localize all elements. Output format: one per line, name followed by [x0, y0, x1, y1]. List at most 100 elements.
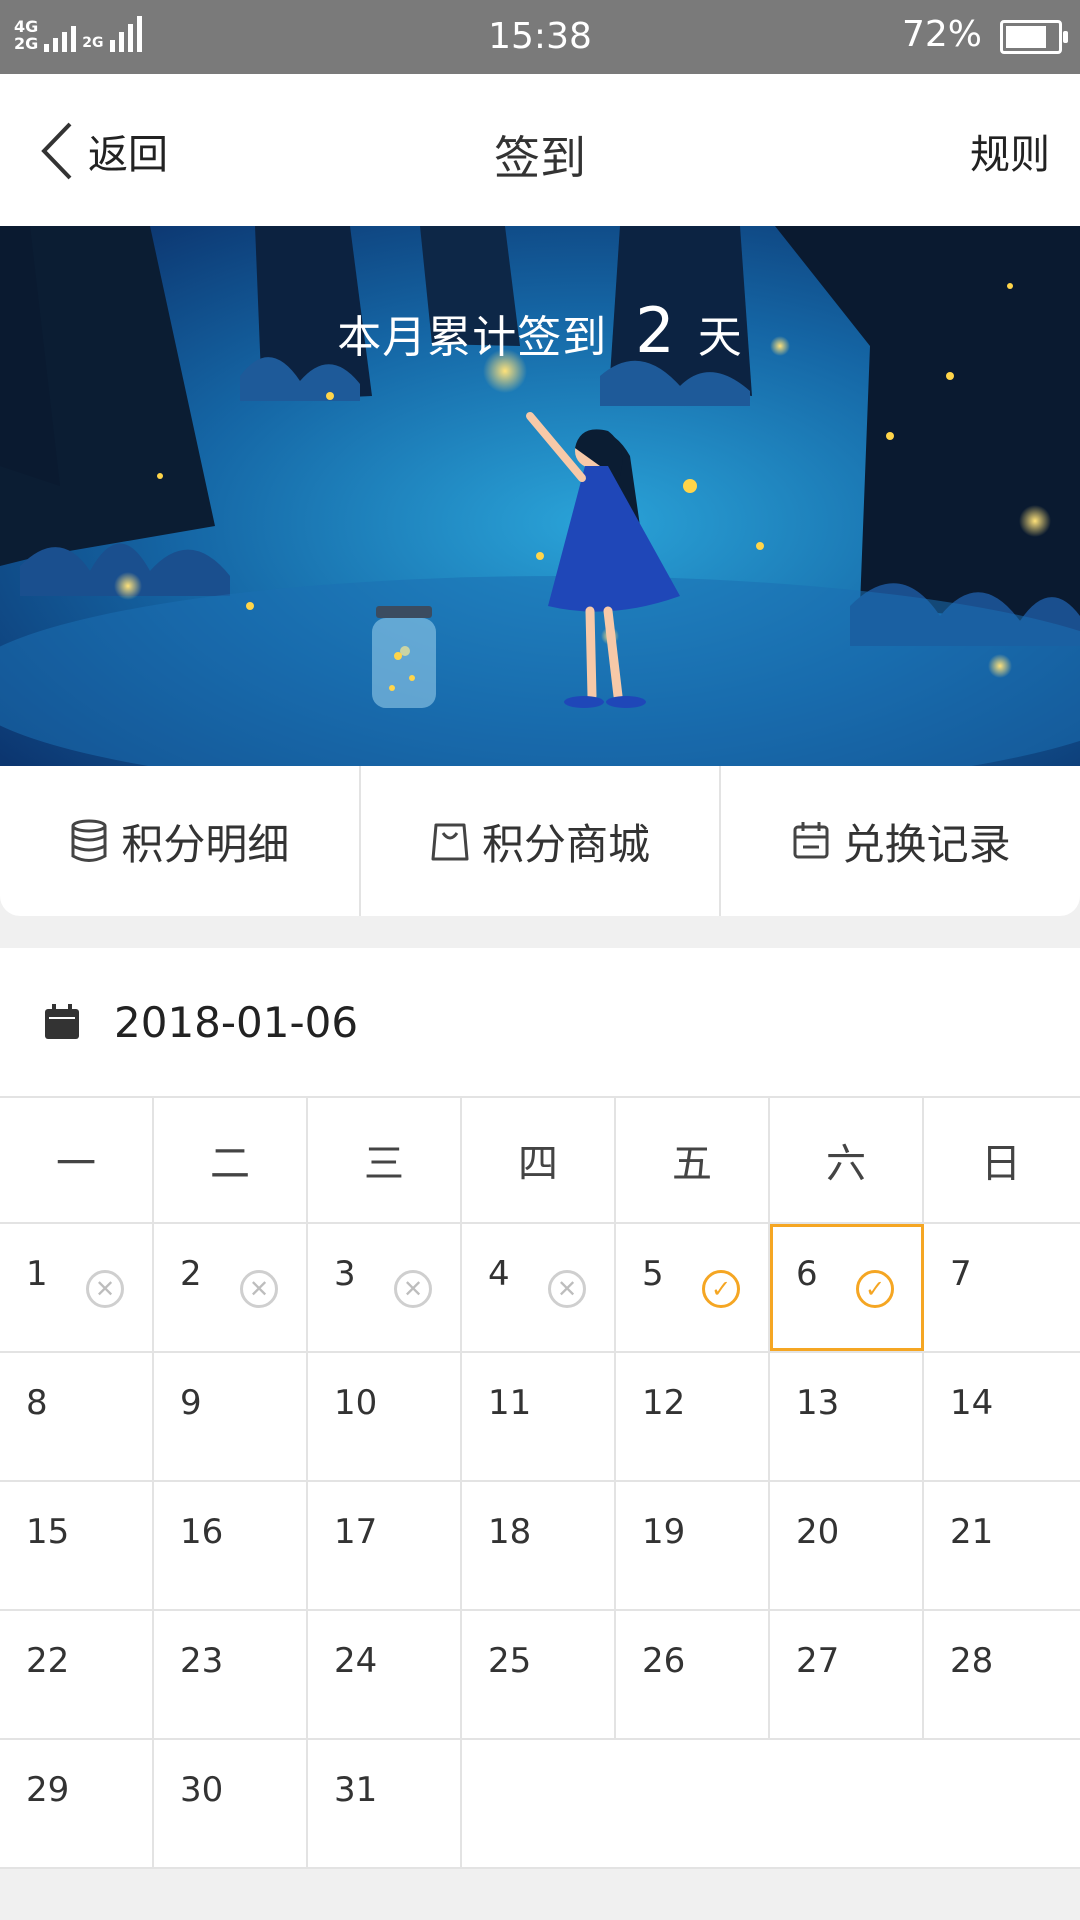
calendar-day[interactable]: 24	[308, 1611, 462, 1738]
calendar-day[interactable]: 15	[0, 1482, 154, 1609]
calendar-day[interactable]: 5 ✓	[616, 1224, 770, 1351]
calendar-empty-cell	[616, 1740, 770, 1867]
checkin-count: 2	[635, 294, 676, 367]
calendar-day[interactable]: 1 ✕	[0, 1224, 154, 1351]
calendar-week-row: 1 ✕ 2 ✕ 3 ✕ 4 ✕ 5 ✓ 6 ✓ 7	[0, 1224, 1080, 1353]
calendar-day[interactable]: 4 ✕	[462, 1224, 616, 1351]
rules-button[interactable]: 规则	[970, 122, 1050, 180]
calendar-day[interactable]: 31	[308, 1740, 462, 1867]
day-number: 2	[180, 1254, 202, 1294]
weekday-thu: 四	[462, 1098, 616, 1222]
calendar-empty-cell	[770, 1740, 924, 1867]
day-number: 30	[180, 1770, 224, 1810]
calendar-empty-cell	[924, 1740, 1078, 1867]
day-number: 13	[796, 1383, 840, 1423]
points-detail-button[interactable]: 积分明细	[0, 766, 359, 916]
day-number: 22	[26, 1641, 70, 1681]
calendar-day-today[interactable]: 6 ✓	[770, 1224, 924, 1351]
calendar-week-row: 29 30 31	[0, 1740, 1080, 1869]
missed-x-icon: ✕	[86, 1270, 124, 1308]
current-date: 2018-01-06	[114, 998, 359, 1047]
weekday-tue: 二	[154, 1098, 308, 1222]
calendar-week-row: 22 23 24 25 26 27 28	[0, 1611, 1080, 1740]
status-bar: 4G 2G 2G 15:38 72%	[0, 0, 1080, 74]
calendar-day[interactable]: 8	[0, 1353, 154, 1480]
calendar-day[interactable]: 10	[308, 1353, 462, 1480]
exchange-records-button[interactable]: 兑换记录	[719, 766, 1080, 916]
day-number: 4	[488, 1254, 510, 1294]
calendar-icon	[45, 1004, 79, 1039]
day-number: 20	[796, 1512, 840, 1552]
calendar-day[interactable]: 25	[462, 1611, 616, 1738]
points-mall-label: 积分商城	[482, 819, 651, 869]
day-number: 7	[950, 1254, 972, 1294]
calendar-day[interactable]: 26	[616, 1611, 770, 1738]
calendar-day[interactable]: 22	[0, 1611, 154, 1738]
calendar-day[interactable]: 21	[924, 1482, 1078, 1609]
day-number: 23	[180, 1641, 224, 1681]
day-number: 12	[642, 1383, 686, 1423]
calendar-day[interactable]: 2 ✕	[154, 1224, 308, 1351]
day-number: 15	[26, 1512, 70, 1552]
day-number: 3	[334, 1254, 356, 1294]
calendar-week-row: 8 9 10 11 12 13 14	[0, 1353, 1080, 1482]
battery-percent: 72%	[901, 14, 982, 55]
missed-x-icon: ✕	[548, 1270, 586, 1308]
calendar-day[interactable]: 29	[0, 1740, 154, 1867]
calendar-day[interactable]: 14	[924, 1353, 1078, 1480]
day-number: 24	[334, 1641, 378, 1681]
day-number: 6	[796, 1254, 818, 1294]
exchange-records-label: 兑换记录	[842, 819, 1011, 869]
shopping-bag-icon	[431, 823, 469, 861]
battery-icon	[1000, 20, 1068, 54]
calendar-week-row: 15 16 17 18 19 20 21	[0, 1482, 1080, 1611]
calendar-day[interactable]: 28	[924, 1611, 1078, 1738]
day-number: 11	[488, 1383, 532, 1423]
calendar-day[interactable]: 27	[770, 1611, 924, 1738]
day-number: 1	[26, 1254, 48, 1294]
calendar-day[interactable]: 7	[924, 1224, 1078, 1351]
checked-icon: ✓	[702, 1270, 740, 1308]
day-number: 27	[796, 1641, 840, 1681]
points-detail-label: 积分明细	[121, 819, 290, 869]
day-number: 25	[488, 1641, 532, 1681]
calendar-day[interactable]: 3 ✕	[308, 1224, 462, 1351]
points-actions: 积分明细 积分商城 兑换记录	[0, 766, 1080, 916]
day-number: 18	[488, 1512, 532, 1552]
checkin-calendar: 一 二 三 四 五 六 日 1 ✕ 2 ✕ 3 ✕ 4 ✕ 5 ✓ 6 ✓ 7 8 9 10 11 12 13 14 1…	[0, 1098, 1080, 1869]
day-number: 19	[642, 1512, 686, 1552]
calendar-day[interactable]: 30	[154, 1740, 308, 1867]
weekday-sun: 日	[981, 1141, 1021, 1187]
calendar-record-icon	[793, 822, 829, 859]
calendar-day[interactable]: 11	[462, 1353, 616, 1480]
day-number: 28	[950, 1641, 994, 1681]
day-number: 26	[642, 1641, 686, 1681]
calendar-grid: 1 ✕ 2 ✕ 3 ✕ 4 ✕ 5 ✓ 6 ✓ 7 8 9 10 11 12 13 14 15 16 17 18 19 20 21 2…	[0, 1224, 1080, 1869]
calendar-day[interactable]: 18	[462, 1482, 616, 1609]
day-number: 31	[334, 1770, 378, 1810]
navigation-bar: 返回 签到 规则	[0, 74, 1080, 226]
current-date-row: 2018-01-06	[0, 948, 1080, 1098]
calendar-day[interactable]: 20	[770, 1482, 924, 1609]
weekday-wed: 三	[308, 1098, 462, 1222]
day-number: 5	[642, 1254, 664, 1294]
missed-x-icon: ✕	[240, 1270, 278, 1308]
points-mall-button[interactable]: 积分商城	[358, 766, 720, 916]
calendar-day[interactable]: 19	[616, 1482, 770, 1609]
checkin-summary-suffix: 天	[697, 312, 743, 363]
day-number: 16	[180, 1512, 224, 1552]
weekday-sat: 六	[770, 1098, 924, 1222]
calendar-day[interactable]: 23	[154, 1611, 308, 1738]
day-number: 14	[950, 1383, 994, 1423]
checkin-summary-prefix: 本月累计签到	[337, 312, 608, 363]
calendar-day[interactable]: 12	[616, 1353, 770, 1480]
calendar-day[interactable]: 16	[154, 1482, 308, 1609]
day-number: 17	[334, 1512, 378, 1552]
calendar-day[interactable]: 9	[154, 1353, 308, 1480]
checked-icon: ✓	[856, 1270, 894, 1308]
day-number: 10	[334, 1383, 378, 1423]
day-number: 29	[26, 1770, 70, 1810]
coin-stack-icon	[71, 819, 107, 862]
calendar-day[interactable]: 17	[308, 1482, 462, 1609]
calendar-day[interactable]: 13	[770, 1353, 924, 1480]
